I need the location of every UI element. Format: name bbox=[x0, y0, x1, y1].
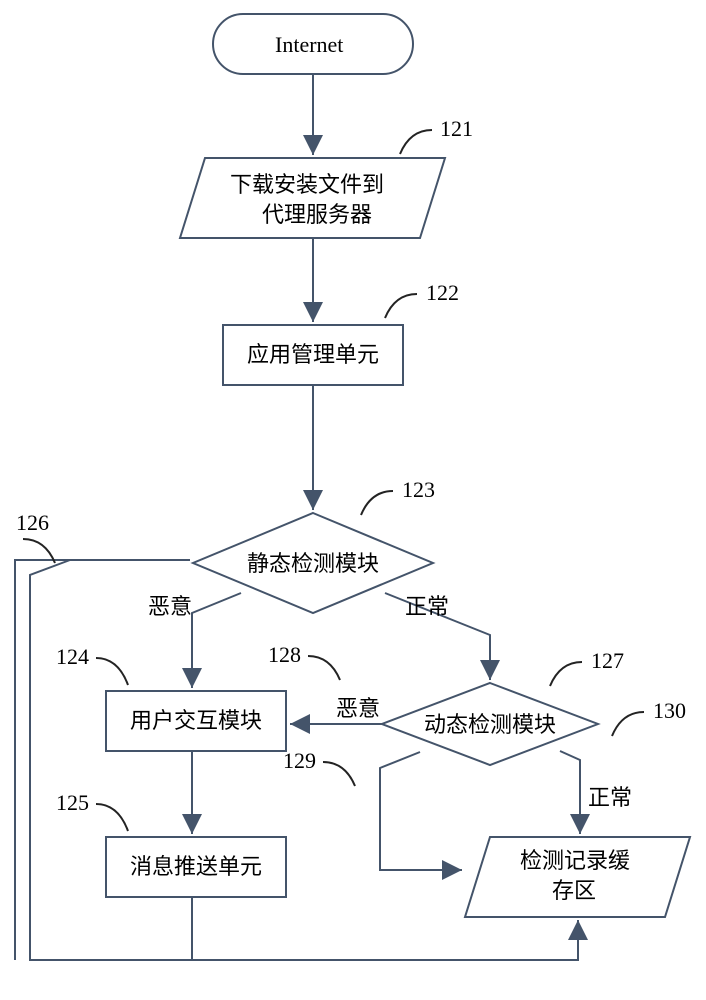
download-line2: 代理服务器 bbox=[262, 202, 372, 227]
edge-dynamic-malicious: 恶意 bbox=[336, 696, 380, 721]
static-detect-label: 静态检测模块 bbox=[247, 551, 379, 576]
node-internet: Internet bbox=[213, 14, 413, 74]
callout-128: 128 bbox=[268, 642, 301, 667]
node-user-interact: 用户交互模块 bbox=[106, 691, 286, 751]
dynamic-detect-label: 动态检测模块 bbox=[424, 712, 556, 737]
callout-126: 126 bbox=[16, 510, 49, 535]
node-app-mgmt: 应用管理单元 bbox=[223, 325, 403, 385]
node-record-cache: 检测记录缓 存区 bbox=[465, 837, 690, 917]
flowchart: Internet 下载安装文件到 代理服务器 121 应用管理单元 122 静态… bbox=[0, 0, 706, 1000]
edge-static-normal: 正常 bbox=[405, 594, 449, 619]
callout-124: 124 bbox=[56, 644, 89, 669]
app-mgmt-label: 应用管理单元 bbox=[247, 342, 379, 367]
callout-123: 123 bbox=[402, 477, 435, 502]
msg-push-label: 消息推送单元 bbox=[130, 854, 262, 879]
callout-130: 130 bbox=[653, 698, 686, 723]
callout-122: 122 bbox=[426, 280, 459, 305]
edge-dynamic-normal: 正常 bbox=[588, 785, 632, 810]
callout-129: 129 bbox=[283, 748, 316, 773]
record-cache-line2: 存区 bbox=[552, 878, 596, 903]
download-line1: 下载安装文件到 bbox=[230, 172, 384, 197]
callout-125: 125 bbox=[56, 790, 89, 815]
record-cache-line1: 检测记录缓 bbox=[520, 848, 630, 873]
callout-121: 121 bbox=[440, 116, 473, 141]
callout-127: 127 bbox=[591, 648, 624, 673]
user-interact-label: 用户交互模块 bbox=[130, 708, 262, 733]
node-download: 下载安装文件到 代理服务器 bbox=[180, 158, 445, 238]
node-msg-push: 消息推送单元 bbox=[106, 837, 286, 897]
internet-label: Internet bbox=[275, 32, 343, 57]
edge-static-malicious: 恶意 bbox=[148, 594, 192, 619]
